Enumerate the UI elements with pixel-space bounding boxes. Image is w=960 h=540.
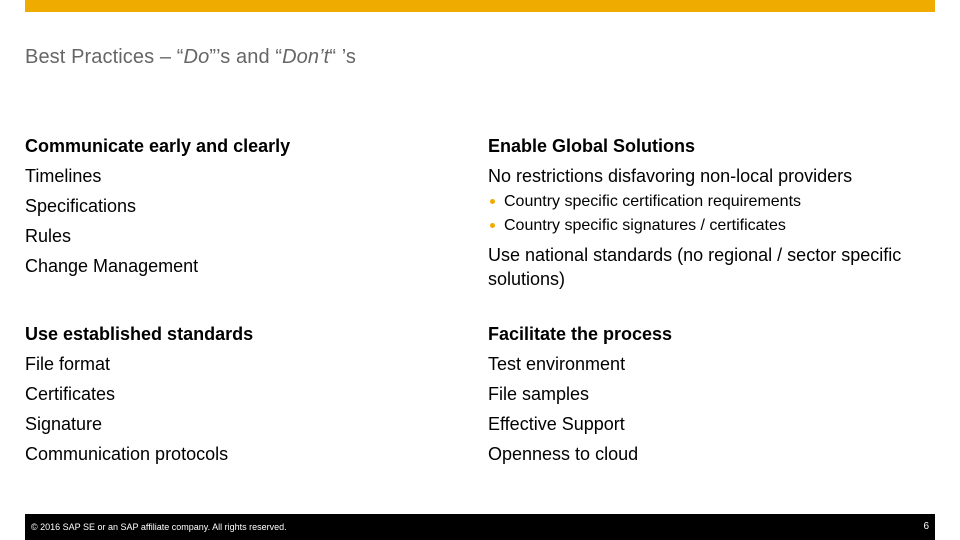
bullet-text: Country specific certification requireme… — [504, 193, 802, 210]
page-number: 6 — [923, 521, 929, 532]
list-item: No restrictions disfavoring non-local pr… — [488, 166, 853, 186]
section-heading: Communicate early and clearly — [25, 136, 291, 156]
bullet-item: Country specific signatures / certificat… — [488, 215, 928, 239]
bullet-dot-icon — [490, 223, 495, 228]
title-italic-do: Do — [183, 46, 210, 68]
section-global-solutions: Enable Global Solutions No restrictions … — [488, 133, 928, 291]
list-item: Test environment — [488, 354, 626, 374]
list-item: Specifications — [25, 196, 137, 216]
title-italic-dont: Don’t — [282, 46, 330, 68]
bullet-dot-icon — [490, 199, 495, 204]
title-text-1: Best Practices – “ — [25, 46, 184, 68]
accent-bar — [25, 0, 935, 12]
list-item: Rules — [25, 226, 72, 246]
section-heading: Enable Global Solutions — [488, 136, 696, 156]
footer-bar: © 2016 SAP SE or an SAP affiliate compan… — [25, 514, 935, 540]
bullet-text: Country specific signatures / certificat… — [504, 217, 786, 234]
list-item: Communication protocols — [25, 444, 229, 464]
list-item: Effective Support — [488, 414, 625, 434]
copyright-text: © 2016 SAP SE or an SAP affiliate compan… — [31, 522, 287, 532]
section-communicate: Communicate early and clearly Timelines … — [25, 133, 465, 283]
list-item: File format — [25, 354, 111, 374]
title-text-2: ”’s and “ — [209, 46, 283, 68]
list-item: Use national standards (no regional / se… — [488, 245, 902, 289]
bullet-item: Country specific certification requireme… — [488, 191, 928, 215]
bullet-list: Country specific certification requireme… — [488, 191, 928, 239]
section-heading: Use established standards — [25, 324, 254, 344]
section-standards: Use established standards File format Ce… — [25, 321, 465, 471]
list-item: Openness to cloud — [488, 444, 639, 464]
list-item: Certificates — [25, 384, 116, 404]
list-item: Signature — [25, 414, 103, 434]
section-heading: Facilitate the process — [488, 324, 673, 344]
list-item: Timelines — [25, 166, 102, 186]
list-item: File samples — [488, 384, 590, 404]
list-item: Change Management — [25, 256, 199, 276]
title-text-3: “ ’s — [329, 46, 357, 68]
section-facilitate: Facilitate the process Test environment … — [488, 321, 928, 471]
slide-title: Best Practices – “Do”’s and “Don’t“ ’s — [25, 46, 356, 69]
